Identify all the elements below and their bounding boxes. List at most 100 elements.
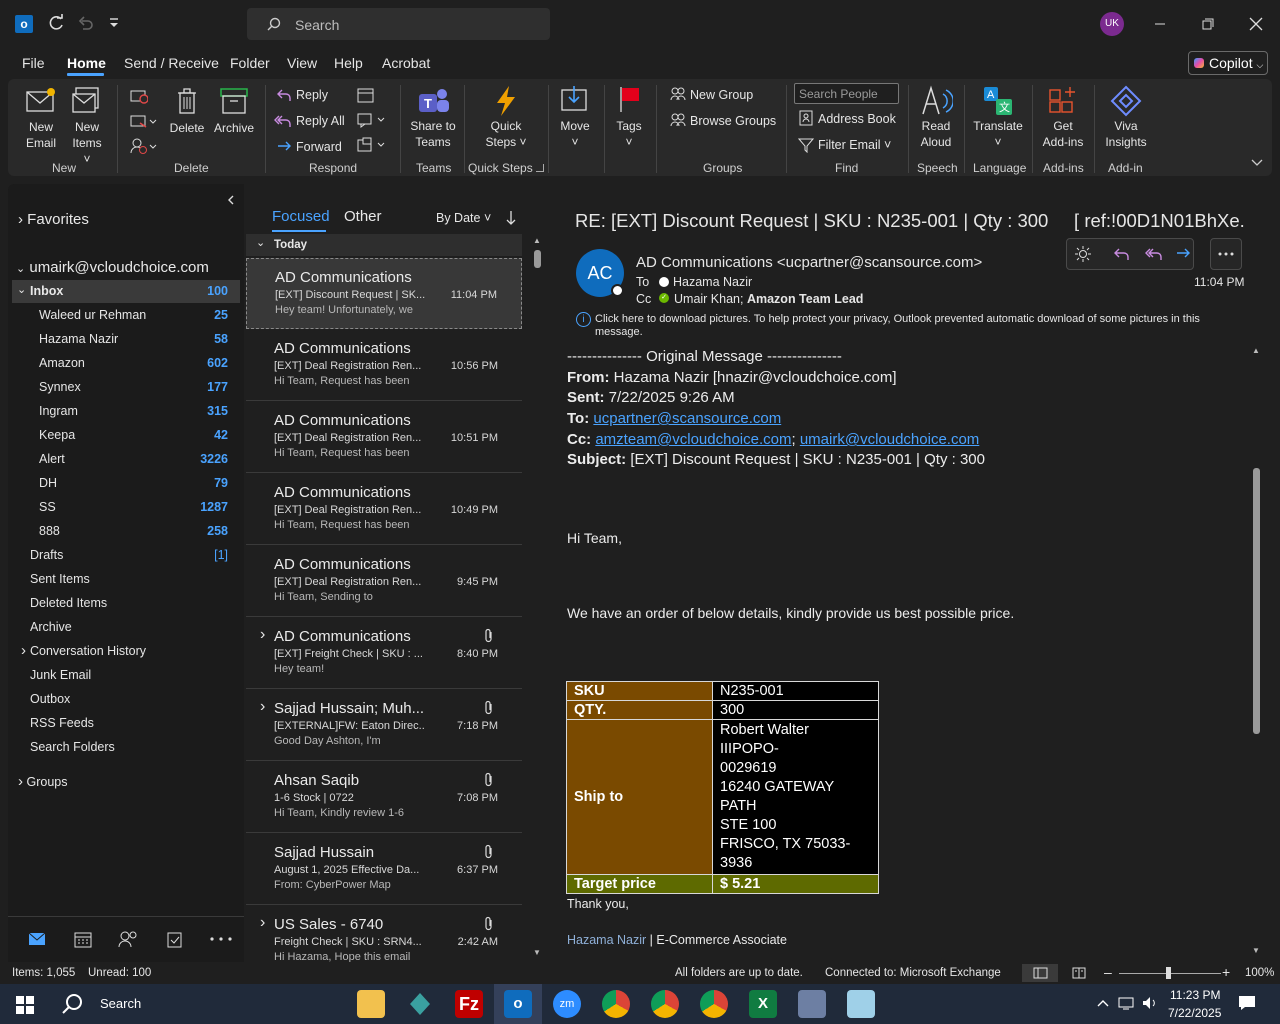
network-icon[interactable] <box>1118 996 1134 1010</box>
sync-icon[interactable] <box>47 14 65 32</box>
quick-steps-button[interactable]: Quick Steps ˅ <box>478 84 534 150</box>
delete-button[interactable]: Delete <box>168 86 206 136</box>
calculator-icon[interactable] <box>798 990 826 1018</box>
folder-item[interactable]: Hazama Nazir <box>39 332 118 346</box>
folder-item[interactable]: › Conversation History <box>21 642 146 659</box>
list-item[interactable]: AD Communications [EXT] Discount Request … <box>246 258 522 329</box>
filezilla-icon[interactable]: Fz <box>455 990 483 1018</box>
folder-item[interactable]: Archive <box>30 620 72 634</box>
list-item[interactable]: AD Communications [EXT] Deal Registration… <box>246 546 522 617</box>
zoom-app-icon[interactable]: zm <box>553 990 581 1018</box>
new-email-button[interactable]: New Email <box>22 86 60 151</box>
folder-item[interactable]: Sent Items <box>30 572 90 586</box>
normal-view-icon[interactable] <box>1022 964 1058 982</box>
notification-icon[interactable] <box>1238 995 1256 1011</box>
mail-icon[interactable] <box>28 932 46 946</box>
more-actions-button[interactable] <box>1210 238 1242 270</box>
cc-email-link-2[interactable]: umairk@vcloudchoice.com <box>800 431 979 448</box>
windows-start-icon[interactable] <box>16 996 34 1014</box>
close-button[interactable] <box>1246 14 1266 34</box>
to-recipient[interactable]: Hazama Nazir <box>673 275 752 289</box>
folder-item[interactable]: SS <box>39 500 56 514</box>
chrome-icon[interactable] <box>602 990 630 1018</box>
folder-item[interactable]: DH <box>39 476 57 490</box>
more-respond-icon[interactable] <box>356 136 388 154</box>
more-apps-icon[interactable] <box>210 937 232 941</box>
folder-item[interactable]: Synnex <box>39 380 81 394</box>
search-people-input[interactable]: Search People <box>794 83 899 104</box>
list-item[interactable]: Sajjad Hussain August 1, 2025 Effective D… <box>246 834 522 905</box>
list-scrollbar[interactable]: ▲ ▼ <box>532 236 542 960</box>
list-item[interactable]: Ahsan Saqib 1-6 Stock | 0722 Hi Team, Kind… <box>246 762 522 833</box>
folder-item[interactable]: Waleed ur Rehman <box>39 308 146 322</box>
expand-thread-icon[interactable]: › <box>260 914 265 932</box>
taskbar-search-label[interactable]: Search <box>100 996 141 1011</box>
restore-button[interactable] <box>1198 14 1218 34</box>
folder-item[interactable]: Keepa <box>39 428 75 442</box>
reply-button[interactable]: Reply <box>296 88 328 102</box>
forward-button[interactable]: Forward <box>296 140 342 154</box>
forward-icon[interactable] <box>1175 246 1191 262</box>
new-group-button[interactable]: New Group <box>690 88 753 102</box>
tray-chevron-icon[interactable] <box>1097 998 1109 1008</box>
zoom-slider-thumb[interactable] <box>1166 967 1171 979</box>
browse-groups-button[interactable]: Browse Groups <box>690 114 776 128</box>
folder-item[interactable]: RSS Feeds <box>30 716 94 730</box>
expand-thread-icon[interactable]: › <box>260 626 265 644</box>
download-pictures-notice[interactable]: Click here to download pictures. To help… <box>595 313 1235 339</box>
minimize-button[interactable] <box>1150 14 1170 34</box>
groups-header[interactable]: › Groups <box>18 773 67 790</box>
volume-icon[interactable] <box>1142 996 1158 1010</box>
list-item[interactable]: AD Communications [EXT] Freight Check | S… <box>246 618 522 689</box>
expand-thread-icon[interactable]: › <box>260 698 265 716</box>
address-book-button[interactable]: Address Book <box>818 112 896 126</box>
avatar[interactable]: UK <box>1100 12 1124 36</box>
app-icon[interactable] <box>847 990 875 1018</box>
ribbon-collapse-icon[interactable] <box>1251 158 1263 168</box>
folder-drafts[interactable]: Drafts <box>30 548 63 562</box>
reading-view-icon[interactable] <box>1072 966 1086 980</box>
folder-item[interactable]: Amazon <box>39 356 85 370</box>
section-today[interactable]: ⌄ Today <box>246 234 522 256</box>
cc-recipients[interactable]: Umair Khan; Amazon Team Lead <box>674 292 863 306</box>
folder-item[interactable]: Deleted Items <box>30 596 107 610</box>
brightness-icon[interactable] <box>1075 246 1091 262</box>
clean-up-icon[interactable] <box>130 113 158 129</box>
read-aloud-button[interactable]: Read Aloud <box>914 84 958 150</box>
app-icon[interactable] <box>406 990 434 1018</box>
date-label[interactable]: 7/22/2025 <box>1168 1006 1221 1020</box>
tab-focused[interactable]: Focused <box>272 208 330 225</box>
folder-inbox[interactable]: ⌄ Inbox 100 <box>12 280 240 303</box>
menu-help[interactable]: Help <box>334 55 363 71</box>
move-button[interactable]: Move ˅ <box>556 84 594 150</box>
folder-item[interactable]: Ingram <box>39 404 78 418</box>
archive-button[interactable]: Archive <box>212 86 256 136</box>
filter-email-button[interactable]: Filter Email ˅ <box>818 138 891 152</box>
tags-button[interactable]: Tags ˅ <box>612 84 646 150</box>
folder-item[interactable]: Alert <box>39 452 65 466</box>
im-icon[interactable] <box>356 111 388 129</box>
tasks-icon[interactable] <box>166 930 184 948</box>
share-to-teams-button[interactable]: T Share to Teams <box>406 84 460 150</box>
message-from[interactable]: AD Communications <ucpartner@scansource.… <box>636 254 982 271</box>
chrome-icon[interactable] <box>651 990 679 1018</box>
viva-insights-button[interactable]: Viva Insights <box>1100 84 1152 150</box>
ignore-icon[interactable] <box>130 88 148 104</box>
zoom-out-button[interactable]: – <box>1104 964 1112 980</box>
chrome-icon[interactable] <box>700 990 728 1018</box>
dialog-launcher-icon[interactable] <box>536 164 544 172</box>
list-item[interactable]: AD Communications [EXT] Deal Registration… <box>246 474 522 545</box>
new-items-button[interactable]: New Items ˅ <box>68 86 106 167</box>
get-addins-button[interactable]: Get Add-ins <box>1038 84 1088 150</box>
folder-item[interactable]: Outbox <box>30 692 70 706</box>
reading-scrollbar[interactable]: ▲ ▼ <box>1250 346 1262 958</box>
folder-item[interactable]: Junk Email <box>30 668 91 682</box>
list-item[interactable]: AD Communications [EXT] Deal Registration… <box>246 402 522 473</box>
file-explorer-icon[interactable] <box>357 990 385 1018</box>
sort-dropdown[interactable]: By Date ˅ <box>436 211 491 225</box>
reply-all-icon[interactable] <box>1144 246 1164 262</box>
copilot-button[interactable]: Copilot ⌵ <box>1188 51 1268 75</box>
taskbar-search-icon[interactable] <box>62 993 84 1015</box>
junk-icon[interactable] <box>130 138 158 154</box>
undo-icon[interactable] <box>78 15 94 31</box>
